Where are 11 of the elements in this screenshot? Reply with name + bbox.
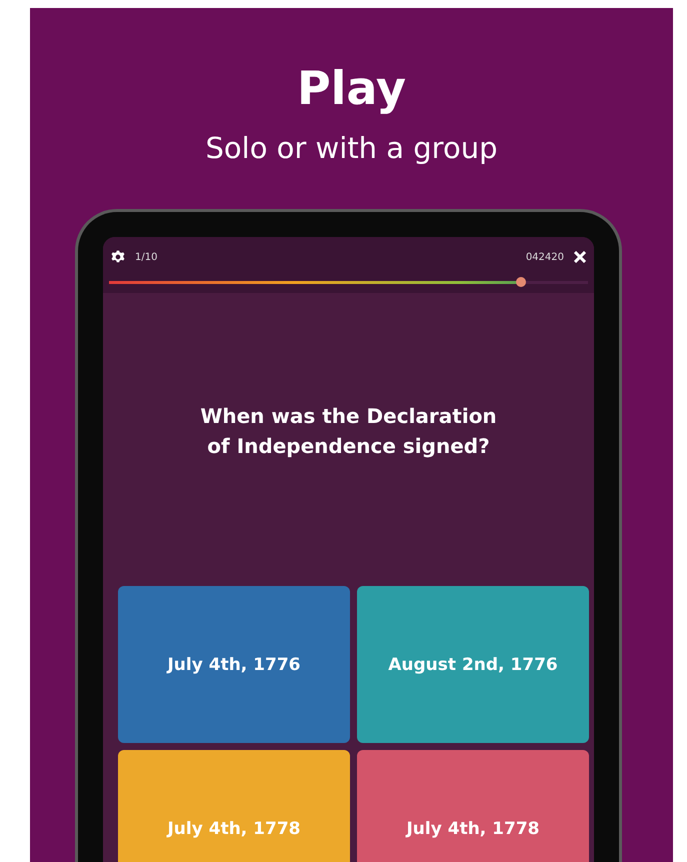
- close-icon[interactable]: [574, 251, 586, 263]
- question-counter: 1/10: [135, 252, 158, 262]
- answer-button[interactable]: July 4th, 1778: [118, 750, 350, 862]
- promo-title: Play: [296, 60, 406, 116]
- answer-button[interactable]: July 4th, 1778: [357, 750, 589, 862]
- answer-button[interactable]: August 2nd, 1776: [357, 586, 589, 743]
- settings-icon[interactable]: [111, 250, 125, 264]
- promo-subtitle: Solo or with a group: [205, 130, 498, 166]
- game-code: 042420: [526, 252, 564, 262]
- answer-button[interactable]: July 4th, 1776: [118, 586, 350, 743]
- question-text: When was the Declaration of Independence signed?: [199, 403, 498, 460]
